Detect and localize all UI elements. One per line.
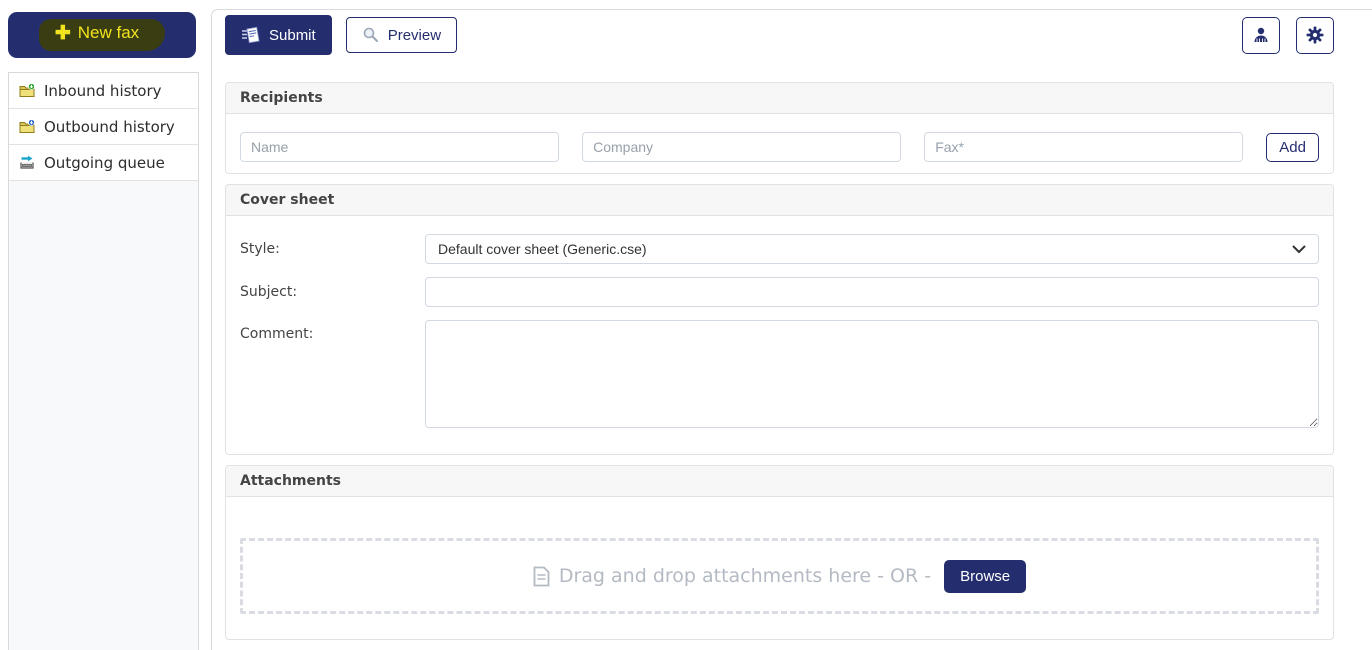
contacts-button[interactable] [1242,16,1280,54]
recipient-fax-input[interactable] [924,132,1244,162]
comment-textarea[interactable] [425,320,1319,428]
new-fax-highlight: ✚ New fax [38,19,166,51]
contacts-icon [1254,27,1268,42]
cover-sheet-section: Cover sheet Style: Default cover sheet (… [225,184,1334,455]
recipient-name-input[interactable] [240,132,560,162]
toolbar: Submit Preview [225,15,1334,55]
sidebar-item-label: Inbound history [44,81,162,100]
cover-sheet-style-select[interactable]: Default cover sheet (Generic.cse) [425,234,1319,264]
comment-label: Comment: [240,326,314,342]
attachments-section: Attachments Drag and drop attachments he… [225,465,1334,640]
recipients-section: Recipients Add [225,82,1334,174]
sidebar-item-inbound-history[interactable]: Inbound history [9,73,198,109]
plus-icon: ✚ [54,22,71,44]
recipient-company-input[interactable] [582,132,902,162]
dropzone-text: Drag and drop attachments here - OR - [558,565,932,587]
attachments-title: Attachments [226,466,1333,497]
cover-sheet-body: Style: Default cover sheet (Generic.cse)… [226,216,1333,454]
inbound-folder-icon [19,83,35,97]
submit-button[interactable]: Submit [225,15,332,55]
toolbar-right [1242,16,1334,54]
sidebar: ✚ New fax Inbound history Outbound histo… [0,0,205,650]
sidebar-item-label: Outbound history [44,117,175,136]
chevron-down-icon [1292,245,1306,253]
sidebar-nav: Inbound history Outbound history Outgoin… [8,72,199,650]
cover-sheet-title: Cover sheet [226,185,1333,216]
subject-label: Subject: [240,284,298,300]
settings-button[interactable] [1296,16,1334,54]
outbound-folder-icon [19,119,35,133]
send-fax-icon [242,26,260,44]
new-fax-button[interactable]: ✚ New fax [8,12,196,58]
main-panel: Submit Preview Recipients Name Company F… [211,9,1372,650]
style-label: Style: [240,241,280,257]
document-icon [533,566,550,586]
style-selected-value: Default cover sheet (Generic.cse) [438,241,647,257]
sidebar-item-outgoing-queue[interactable]: Outgoing queue [9,145,198,181]
subject-input[interactable] [425,277,1319,307]
browse-button[interactable]: Browse [944,559,1027,593]
add-recipient-button[interactable]: Add [1266,132,1319,162]
preview-button[interactable]: Preview [345,17,458,53]
sidebar-item-outbound-history[interactable]: Outbound history [9,109,198,145]
app-window: ✚ New fax Inbound history Outbound histo… [0,0,1372,650]
new-fax-label: New fax [77,23,140,42]
magnifier-icon [363,27,378,42]
preview-label: Preview [387,26,442,44]
recipients-title: Recipients [226,83,1333,114]
settings-gear-icon [1306,26,1324,44]
recipients-body: Add [226,114,1333,173]
outgoing-queue-icon [20,155,34,169]
sidebar-item-label: Outgoing queue [44,153,165,172]
attachments-dropzone[interactable]: Drag and drop attachments here - OR - Br… [240,538,1319,614]
submit-label: Submit [269,26,316,44]
attachments-body: Drag and drop attachments here - OR - Br… [226,497,1333,639]
